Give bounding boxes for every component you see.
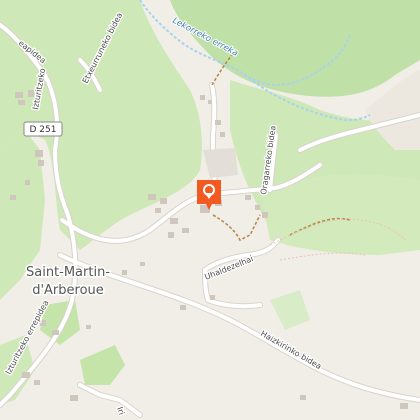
map-canvas: D 251 eapidea Izturitzeko Etxeurruneko b…	[0, 0, 420, 418]
town-label-line2: d'Arberoue	[32, 283, 104, 298]
map-view[interactable]: D 251 eapidea Izturitzeko Etxeurruneko b…	[0, 0, 420, 420]
road-shield: D 251	[23, 121, 63, 137]
town-label-line1: Saint-Martin-	[26, 265, 110, 280]
road-shield-text: D 251	[30, 125, 57, 135]
